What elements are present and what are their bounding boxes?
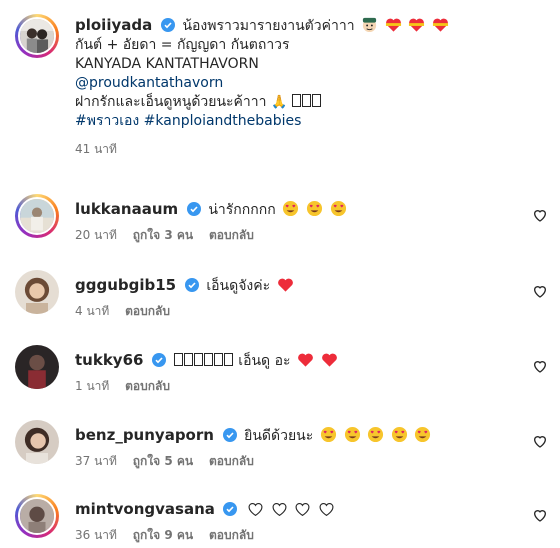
comment-likes[interactable]: ถูกใจ 3 คน — [133, 228, 193, 242]
comment-username[interactable]: gggubgib15 — [75, 276, 176, 294]
heart-ribbon-emoji-icon — [432, 18, 449, 32]
comment-text: น่ารักกกกก — [208, 202, 276, 218]
like-comment-button[interactable] — [532, 358, 548, 374]
unsupported-glyph-icon — [183, 353, 193, 366]
verified-icon — [223, 502, 238, 516]
reply-button[interactable]: ตอบกลับ — [209, 528, 254, 542]
unsupported-glyph-icon — [301, 94, 311, 107]
comment-text: ยินดีด้วยนะ — [244, 428, 314, 444]
avatar-benz_punyaporn[interactable] — [15, 420, 59, 464]
comment-text: เอ็นดูจังค่ะ — [206, 278, 271, 294]
praying-hands-emoji-icon: 🙏 — [270, 95, 288, 110]
avatar-image — [20, 199, 54, 233]
heart-eyes-emoji-icon — [344, 426, 360, 443]
avatar-mintvongvasana[interactable] — [15, 494, 59, 538]
heart-eyes-emoji-icon — [368, 426, 384, 443]
white-heart-emoji-icon — [248, 502, 263, 517]
white-heart-emoji-icon — [295, 502, 310, 517]
avatar-gggubgib15[interactable] — [15, 270, 59, 314]
heart-eyes-emoji-icon — [415, 426, 431, 443]
white-heart-emoji-icon — [319, 502, 334, 517]
avatar-tukky66[interactable] — [15, 345, 59, 389]
comment-username[interactable]: lukkanaaum — [75, 200, 178, 218]
avatar-image — [15, 270, 59, 314]
verified-icon — [222, 428, 237, 442]
heart-eyes-emoji-icon — [330, 200, 346, 217]
reply-button[interactable]: ตอบกลับ — [209, 454, 254, 468]
heart-ribbon-emoji-icon — [385, 18, 401, 32]
comment-text: เอ็นดู อะ — [238, 353, 291, 369]
like-comment-button[interactable] — [532, 507, 548, 523]
verified-icon — [184, 278, 199, 292]
comment-likes[interactable]: ถูกใจ 9 คน — [133, 528, 193, 542]
caption-mention-link[interactable]: @proudkantathavorn — [75, 74, 520, 93]
caption-line-5: ฝากรักและเอ็นดูหนูด้วยนะค้าาา — [75, 94, 267, 110]
avatar-lukkanaaum[interactable] — [15, 194, 59, 238]
heart-outline-icon — [533, 286, 547, 298]
caption-line-1: น้องพราวมารายงานตัวค่าาา — [182, 18, 355, 34]
heart-outline-icon — [533, 361, 547, 373]
like-comment-button[interactable] — [532, 433, 548, 449]
unsupported-glyph-icon — [291, 94, 301, 107]
caption-line-3: KANYADA KANTATHAVORN — [75, 56, 259, 72]
reply-button[interactable]: ตอบกลับ — [209, 228, 254, 242]
heart-eyes-emoji-icon — [306, 200, 322, 217]
reply-button[interactable]: ตอบกลับ — [125, 304, 170, 318]
like-comment-button[interactable] — [532, 207, 548, 223]
verified-icon — [186, 202, 201, 216]
red-heart-emoji-icon — [321, 353, 337, 367]
unsupported-glyph-icon — [223, 353, 233, 366]
white-heart-emoji-icon — [272, 502, 287, 517]
comment-likes[interactable]: ถูกใจ 5 คน — [133, 454, 193, 468]
heart-ribbon-emoji-icon — [409, 18, 425, 32]
caption-line-2: กันต์ + อัยดา = กัญญดา กันตถาวร — [75, 37, 290, 53]
like-comment-button[interactable] — [532, 283, 548, 299]
comment-time[interactable]: 37 นาที — [75, 454, 117, 468]
unsupported-glyph-icon — [203, 353, 213, 366]
heart-eyes-emoji-icon — [391, 426, 407, 443]
comment-time[interactable]: 4 นาที — [75, 304, 109, 318]
comment-time[interactable]: 36 นาที — [75, 528, 117, 542]
comment-time[interactable]: 1 นาที — [75, 379, 109, 393]
comment-username[interactable]: mintvongvasana — [75, 500, 215, 518]
unsupported-glyph-icon — [173, 353, 183, 366]
unsupported-glyph-icon — [213, 353, 223, 366]
verified-icon — [152, 353, 167, 367]
red-heart-emoji-icon — [277, 278, 293, 292]
police-emoji-icon — [363, 17, 377, 33]
caption-time[interactable]: 41 นาที — [75, 142, 117, 156]
reply-button[interactable]: ตอบกลับ — [125, 379, 170, 393]
avatar-image — [20, 499, 54, 533]
red-heart-emoji-icon — [298, 353, 313, 367]
heart-outline-icon — [533, 436, 547, 448]
comment-time[interactable]: 20 นาที — [75, 228, 117, 242]
heart-eyes-emoji-icon — [283, 200, 299, 217]
caption-hashtags[interactable]: #พราวเอง #kanploiandthebabies — [75, 112, 520, 131]
unsupported-glyph-icon — [311, 94, 321, 107]
caption-username[interactable]: ploiiyada — [75, 16, 152, 34]
comment-username[interactable]: tukky66 — [75, 351, 143, 369]
verified-icon — [160, 18, 175, 32]
heart-outline-icon — [533, 210, 547, 222]
heart-outline-icon — [533, 510, 547, 522]
comments-feed: ploiiyada น้องพราวมารายงานตัวค่าาา กันต์… — [0, 0, 560, 548]
unsupported-glyph-icon — [193, 353, 203, 366]
avatar-image — [15, 345, 59, 389]
comment-username[interactable]: benz_punyaporn — [75, 426, 214, 444]
heart-eyes-emoji-icon — [320, 426, 336, 443]
avatar-image — [15, 420, 59, 464]
avatar-image — [20, 19, 54, 53]
avatar-ploiiyada[interactable] — [15, 14, 59, 58]
